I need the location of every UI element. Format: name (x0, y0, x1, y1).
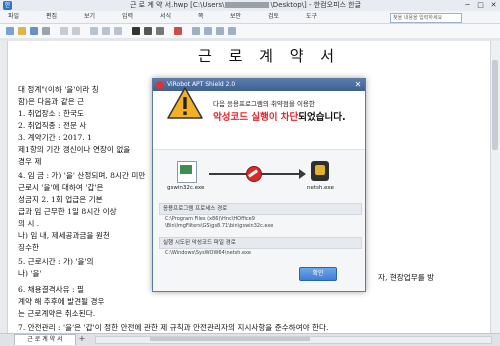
doc-line: 7. 안전관리 : '을'은 '갑'이 정한 안전에 관한 제 규칙과 안전관리… (18, 323, 329, 332)
menu-file[interactable]: 파일 (8, 11, 19, 23)
add-tab-button[interactable]: + (77, 334, 87, 344)
style-icon[interactable] (90, 27, 98, 35)
redacted-username (225, 2, 270, 8)
save-icon[interactable] (30, 27, 38, 35)
menu-review[interactable]: 검토 (268, 11, 279, 23)
document-tab[interactable]: 근 로 계 약 서 (14, 334, 76, 345)
gswin32c-icon-glyph (180, 165, 192, 174)
font-icon[interactable] (102, 27, 110, 35)
warning-message-line2: 악성코드 실행이 차단되었습니다. (213, 109, 346, 123)
align-center-icon[interactable] (204, 27, 212, 35)
app-path-header: 응용프로그램 프로세스 경로 (159, 203, 362, 215)
app-path-line2: \Bin\ImgFilters\GS\gs8.71\bin\gswin32c.e… (165, 223, 274, 229)
doc-line: 제1항의 기간 갱신이나 연장이 없을 (18, 145, 131, 154)
justify-icon[interactable] (228, 27, 236, 35)
menu-page[interactable]: 쪽 (198, 11, 204, 23)
doc-line: 나) 임 내, 제세공과금을 원천 (18, 231, 110, 240)
horizontal-scroll-thumb[interactable] (150, 337, 310, 341)
maximize-button[interactable]: □ (475, 0, 486, 11)
doc-line: 는 근로계약은 취소된다. (18, 309, 96, 318)
title-path-start: 근 로 계 약 서.hwp [C:\Users\ (130, 1, 225, 9)
window-title: 근 로 계 약 서.hwp [C:\Users\ \Desktop\] - 한컴오… (130, 0, 361, 11)
doc-line: 나) '을' (18, 269, 42, 278)
vertical-ruler (0, 41, 8, 333)
doc-line-tail: 자, 현장업무를 방 (378, 273, 435, 282)
warning-triangle-icon (167, 87, 203, 119)
doc-line: 징수한 (18, 243, 39, 252)
doc-line: 5. 근로시간 : 가) '을'의 (18, 257, 94, 266)
underline-icon[interactable] (156, 27, 164, 35)
doc-line: 의 시 . (18, 219, 40, 228)
doc-line: 2. 취업직종 : 전문 사 (18, 121, 87, 130)
netsh-icon-glyph (315, 165, 325, 175)
ok-button[interactable]: 확인 (299, 267, 337, 281)
vertical-scroll-thumb[interactable] (492, 60, 498, 150)
align-right-icon[interactable] (216, 27, 224, 35)
menu-tools[interactable]: 도구 (306, 11, 317, 23)
malware-path-value: C:\Windows\SysWOW64\netsh.exe (165, 250, 251, 256)
app-path-line1: C:\Program Files (x86)\Hnc\HOffice9 (165, 216, 255, 222)
doc-line: 급과 임 근무한 1일 8시간 이상 (18, 207, 117, 216)
document-title: 근 로 계 약 서 (198, 47, 341, 65)
doc-line: 성금지 2. 1회 업급은 기본 (18, 195, 103, 204)
help-search-input[interactable]: 찾을 내용을 입력하세요 (390, 13, 462, 23)
blocked-suffix: 되었습니다. (298, 112, 346, 123)
source-process-name: gswin32c.exe (167, 185, 205, 191)
doc-line: 함)은 다음과 같은 근 (18, 97, 85, 106)
redo-icon[interactable] (72, 27, 80, 35)
menu-insert[interactable]: 입력 (122, 11, 133, 23)
bold-icon[interactable] (132, 27, 140, 35)
doc-line: 4. 임 금 : 가) '을' 산정되며, 8시간 미만 (18, 171, 146, 180)
doc-line: 계약 해 추후에 발견될 경우 (18, 297, 105, 306)
menu-view[interactable]: 보기 (84, 11, 95, 23)
open-folder-icon[interactable] (18, 27, 26, 35)
virobot-alert-dialog: ViRobot APT Shield 2.0 ✕ 다음 응용프로그램의 취약점을… (152, 78, 366, 292)
font-size-icon[interactable] (114, 27, 122, 35)
doc-line: 3. 계약기간 : 2017. 1 (18, 133, 92, 142)
warning-message-line1: 다음 응용프로그램의 취약점을 이용한 (213, 100, 315, 108)
doc-line: 6. 채용결격사유 : 필 (18, 285, 84, 294)
doc-line: 경우 제 (18, 157, 42, 166)
align-left-icon[interactable] (192, 27, 200, 35)
new-doc-icon[interactable] (6, 27, 14, 35)
doc-line: 1. 취업장소 : 한국도 (18, 109, 84, 118)
toolbar (0, 24, 500, 39)
text-color-icon[interactable] (174, 27, 182, 35)
target-process-name: netsh.exe (307, 185, 334, 191)
menu-security[interactable]: 보안 (230, 11, 241, 23)
menu-edit[interactable]: 편집 (46, 11, 57, 23)
virobot-logo-icon (156, 81, 164, 89)
doc-line: 근로시 '을'에 대하여 '갑'은 (18, 183, 104, 192)
print-icon[interactable] (42, 27, 50, 35)
doc-line: 대 정계"(이하 '을'이라 칭 (18, 85, 99, 94)
execution-arrow-head (299, 169, 306, 179)
close-button[interactable]: ✕ (488, 0, 499, 11)
blocked-highlight: 악성코드 실행이 차단 (213, 112, 299, 123)
title-path-end: \Desktop\] - 한컴오피스 한글 (270, 1, 362, 9)
italic-icon[interactable] (144, 27, 152, 35)
undo-icon[interactable] (60, 27, 68, 35)
minimize-button[interactable]: ─ (462, 0, 473, 11)
dialog-close-button[interactable]: ✕ (353, 80, 363, 90)
menu-format[interactable]: 서식 (160, 11, 171, 23)
hwp-app-icon[interactable]: 한 (3, 1, 12, 10)
malware-path-header: 실행 시도된 악성코드 파일 경로 (159, 237, 362, 249)
